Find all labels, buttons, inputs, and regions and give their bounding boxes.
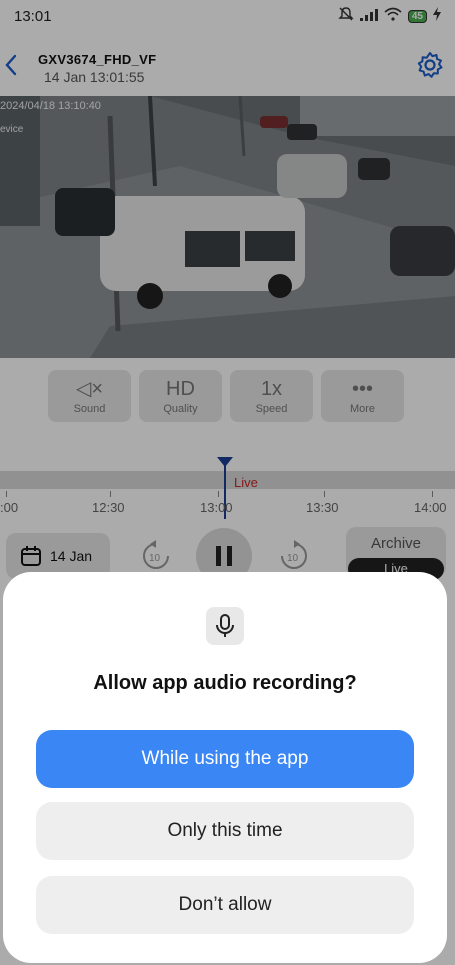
allow-while-using-button[interactable]: While using the app [36,730,414,788]
permission-dialog: Allow app audio recording? While using t… [3,572,447,963]
allow-once-button[interactable]: Only this time [36,802,414,860]
dialog-title: Allow app audio recording? [93,672,357,694]
microphone-icon [216,614,234,637]
microphone-icon-box [206,607,244,645]
deny-button[interactable]: Don’t allow [36,876,414,934]
